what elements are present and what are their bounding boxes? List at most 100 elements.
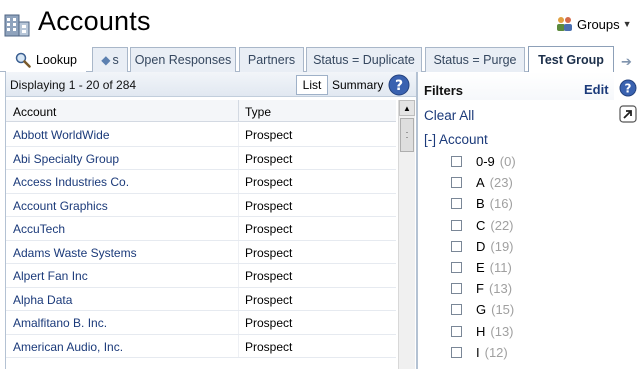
tab-partial-label: s (112, 53, 119, 67)
filters-title: Filters (424, 83, 464, 98)
arrow-right-icon[interactable]: ➔ (621, 54, 632, 70)
scroll-up-arrow-icon[interactable]: ▲ (399, 100, 415, 116)
filter-count: (22) (490, 217, 514, 233)
column-divider (238, 311, 239, 334)
account-type: Prospect (245, 292, 293, 307)
filter-count: (23) (489, 175, 513, 191)
page-title: Accounts (38, 6, 151, 36)
list-view-button[interactable]: List (296, 75, 328, 95)
account-link[interactable]: Alpha Data (13, 293, 72, 307)
column-divider (238, 264, 239, 287)
filter-count: (11) (489, 260, 512, 276)
tab-scroll-back[interactable]: ◆ s (92, 47, 128, 72)
filter-label: 0-9 (476, 154, 495, 170)
help-icon[interactable]: ? (388, 74, 410, 96)
table-row: Account Graphics Prospect (6, 193, 396, 217)
account-link[interactable]: Account Graphics (13, 199, 108, 213)
account-type: Prospect (245, 269, 293, 283)
tab-test-group[interactable]: Test Group (528, 46, 614, 72)
filter-option[interactable]: D (19) (451, 236, 601, 257)
filter-checkbox[interactable] (451, 240, 462, 252)
column-divider (238, 240, 239, 263)
column-divider (238, 287, 239, 310)
filter-option[interactable]: F (13) (451, 278, 601, 299)
filter-option[interactable]: 0-9 (0) (451, 151, 601, 172)
groups-label: Groups (577, 16, 620, 32)
table-row: Alpert Fan Inc Prospect (6, 264, 396, 288)
tab-status-purge[interactable]: Status = Purge (425, 47, 525, 72)
tab-lookup[interactable]: Lookup (6, 46, 86, 72)
filter-checkbox[interactable] (451, 156, 462, 168)
filter-checkbox[interactable] (451, 219, 462, 231)
filter-option[interactable]: C (22) (451, 215, 601, 236)
filter-option[interactable]: E (11) (451, 257, 601, 278)
account-type: Prospect (245, 316, 293, 330)
tab-status-duplicate[interactable]: Status = Duplicate (306, 47, 422, 72)
column-divider (238, 193, 239, 216)
filters-panel: Filters Edit Clear All [-] Account 0-9 (0… (418, 72, 614, 369)
account-letter-filter-list: 0-9 (0) A (23) B (16) C (22) D (19) E (11) F (1… (451, 151, 601, 363)
filter-option[interactable]: B (16) (451, 193, 601, 214)
account-type: Prospect (245, 222, 293, 236)
clear-all-link[interactable]: Clear All (424, 108, 474, 123)
filter-label: F (476, 281, 484, 297)
filter-checkbox[interactable] (451, 283, 462, 295)
account-link[interactable]: Abbott WorldWide (13, 128, 110, 142)
table-row: Access Industries Co. Prospect (6, 170, 396, 194)
filter-label: B (476, 196, 485, 212)
column-header-account[interactable]: Account (13, 105, 56, 119)
account-link[interactable]: Adams Waste Systems (13, 246, 137, 260)
account-link[interactable]: Access Industries Co. (13, 175, 129, 189)
column-divider (238, 217, 239, 240)
account-list-panel: Displaying 1 - 20 of 284 List Summary ? … (5, 72, 417, 369)
page-header: Accounts Groups ▼ (0, 0, 644, 44)
vertical-scrollbar[interactable]: ▲ (398, 100, 415, 369)
filter-option[interactable]: G (15) (451, 299, 601, 320)
filter-checkbox[interactable] (451, 177, 462, 189)
account-link[interactable]: Amalfitano B. Inc. (13, 316, 107, 330)
account-type: Prospect (245, 151, 293, 166)
summary-view-button[interactable]: Summary (332, 78, 383, 92)
account-type: Prospect (245, 245, 293, 260)
filter-option[interactable]: A (23) (451, 172, 601, 193)
filter-label: E (476, 260, 485, 276)
filter-checkbox[interactable] (451, 346, 462, 358)
filter-count: (13) (488, 281, 513, 297)
table-header: Account Type (6, 100, 396, 122)
filters-header: Filters Edit (418, 72, 614, 100)
groups-menu-button[interactable]: Groups ▼ (556, 16, 632, 32)
filter-label: D (476, 238, 486, 254)
chevron-down-icon: ▼ (622, 19, 632, 29)
column-divider (238, 334, 239, 357)
tab-partners[interactable]: Partners (239, 47, 304, 72)
account-link[interactable]: Alpert Fan Inc (13, 269, 88, 283)
table-row: Abbott WorldWide Prospect (6, 123, 396, 147)
filter-count: (19) (490, 238, 514, 254)
filter-checkbox[interactable] (451, 304, 462, 316)
tab-lookup-label: Lookup (36, 52, 78, 67)
account-filter-toggle[interactable]: [-] Account (424, 132, 488, 147)
svg-text:?: ? (625, 82, 632, 96)
account-link[interactable]: American Audio, Inc. (13, 340, 123, 354)
tab-open-responses[interactable]: Open Responses (130, 47, 236, 72)
account-link[interactable]: AccuTech (13, 222, 65, 236)
arrow-left-icon: ◆ (101, 53, 111, 67)
popout-arrow-icon[interactable] (619, 105, 637, 123)
filter-checkbox[interactable] (451, 325, 462, 337)
table-row: Adams Waste Systems Prospect (6, 240, 396, 264)
filter-checkbox[interactable] (451, 262, 462, 274)
groups-people-icon (557, 17, 572, 31)
account-type: Prospect (245, 128, 293, 142)
column-header-type[interactable]: Type (245, 105, 271, 119)
filter-option[interactable]: I (12) (451, 342, 601, 363)
filter-checkbox[interactable] (451, 198, 462, 210)
edit-filters-link[interactable]: Edit (584, 82, 609, 97)
tab-bar: Lookup ◆ s Open Responses Partners Statu… (0, 44, 644, 72)
filter-option[interactable]: H (13) (451, 321, 601, 342)
record-count: Displaying 1 - 20 of 284 (10, 78, 137, 92)
accounts-building-icon (4, 14, 30, 37)
filter-label: A (476, 175, 485, 191)
account-link[interactable]: Abi Specialty Group (13, 152, 119, 166)
column-divider (238, 123, 239, 146)
help-icon[interactable]: ? (619, 79, 637, 97)
